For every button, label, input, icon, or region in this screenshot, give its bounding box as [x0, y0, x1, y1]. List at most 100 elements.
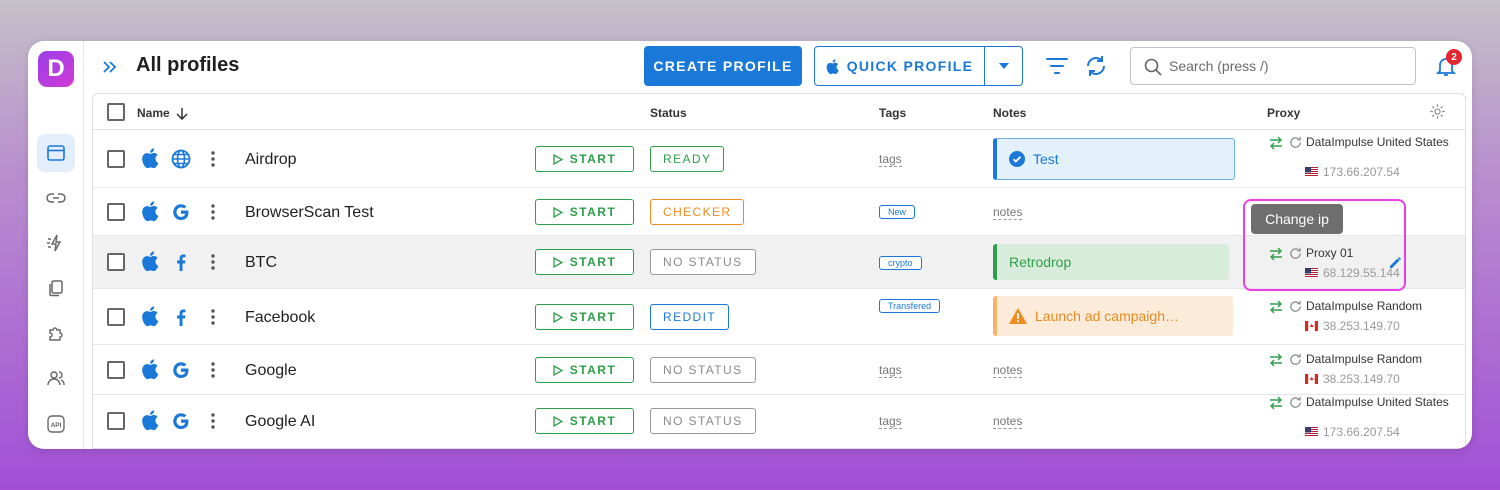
tag-pill[interactable]: crypto — [879, 256, 922, 270]
row-checkbox[interactable] — [107, 308, 125, 326]
row-checkbox[interactable] — [107, 253, 125, 271]
sidebar-item-profiles[interactable] — [37, 134, 75, 172]
column-name-label: Name — [137, 106, 170, 120]
more-options-icon[interactable] — [210, 361, 216, 379]
sidebar-item-users[interactable] — [37, 359, 75, 397]
apple-icon — [142, 306, 159, 326]
start-button[interactable]: START — [535, 408, 634, 434]
reload-icon[interactable] — [1289, 247, 1302, 260]
play-icon — [553, 256, 563, 268]
swap-arrows-icon — [1270, 247, 1282, 261]
proxy-name[interactable]: DataImpulse Random — [1306, 352, 1422, 366]
proxy-name[interactable]: DataImpulse Random — [1306, 299, 1422, 313]
expand-sidebar-icon[interactable] — [100, 57, 120, 77]
profile-name[interactable]: Google AI — [245, 413, 315, 431]
sidebar-item-api[interactable]: API — [37, 405, 75, 443]
tag-pill[interactable]: Transfered — [879, 299, 941, 313]
table-row[interactable]: Airdrop START READY tags Test DataImpuls… — [93, 130, 1465, 188]
copy-icon — [49, 280, 63, 297]
row-checkbox[interactable] — [107, 361, 125, 379]
reload-icon[interactable] — [1289, 300, 1302, 313]
proxy-ip: 38.253.149.70 — [1323, 319, 1400, 333]
profile-name[interactable]: Facebook — [245, 309, 315, 327]
tags-placeholder[interactable]: tags — [879, 364, 902, 378]
table-row[interactable]: Google AI START NO STATUS tags notes Dat… — [93, 395, 1465, 448]
status-badge[interactable]: NO STATUS — [650, 249, 756, 275]
start-button[interactable]: START — [535, 304, 634, 330]
column-name-header[interactable]: Name — [137, 106, 188, 120]
quick-profile-dropdown[interactable] — [985, 47, 1023, 85]
sidebar-item-links[interactable] — [37, 179, 75, 217]
search-input[interactable] — [1169, 56, 1399, 76]
gear-icon[interactable] — [1429, 103, 1446, 120]
table-row[interactable]: Google START NO STATUS tags notes DataIm… — [93, 345, 1465, 395]
search-box — [1130, 47, 1416, 85]
start-button[interactable]: START — [535, 199, 634, 225]
proxy-name[interactable]: Proxy 01 — [1306, 246, 1353, 260]
start-label: START — [569, 414, 617, 428]
note-text: Launch ad campaigh… — [1035, 308, 1179, 324]
status-badge[interactable]: NO STATUS — [650, 408, 756, 434]
status-badge[interactable]: CHECKER — [650, 199, 745, 225]
table-header: Name Status Tags Notes Proxy — [93, 94, 1465, 130]
profile-name[interactable]: BTC — [245, 254, 277, 272]
reload-icon[interactable] — [1289, 353, 1302, 366]
svg-text:API: API — [51, 422, 62, 429]
status-badge[interactable]: NO STATUS — [650, 357, 756, 383]
notes-placeholder[interactable]: notes — [993, 415, 1023, 429]
sidebar: D API — [28, 41, 84, 449]
swap-arrows-icon — [1270, 396, 1282, 410]
filter-icon[interactable] — [1045, 55, 1069, 77]
reload-icon[interactable] — [1289, 136, 1302, 149]
start-label: START — [569, 363, 617, 377]
column-tags-header[interactable]: Tags — [879, 106, 906, 120]
sidebar-item-extensions[interactable] — [37, 314, 75, 352]
tags-placeholder[interactable]: tags — [879, 415, 902, 429]
more-options-icon[interactable] — [210, 150, 216, 168]
more-options-icon[interactable] — [210, 412, 216, 430]
column-status-header[interactable]: Status — [650, 106, 687, 120]
row-checkbox[interactable] — [107, 203, 125, 221]
sidebar-item-automation[interactable] — [37, 224, 75, 262]
more-options-icon[interactable] — [210, 203, 216, 221]
pencil-icon[interactable] — [1388, 256, 1402, 270]
note-badge[interactable]: Test — [993, 138, 1235, 180]
tags-placeholder[interactable]: tags — [879, 153, 902, 167]
sidebar-item-copy[interactable] — [37, 269, 75, 307]
table-row[interactable]: BTC START NO STATUS crypto Retrodrop Pro… — [93, 236, 1465, 289]
check-circle-icon — [1009, 151, 1025, 167]
column-notes-header[interactable]: Notes — [993, 106, 1026, 120]
column-proxy-header[interactable]: Proxy — [1267, 106, 1300, 120]
apple-icon — [142, 251, 159, 271]
more-options-icon[interactable] — [210, 308, 216, 326]
create-profile-button[interactable]: CREATE PROFILE — [644, 46, 802, 86]
tag-pill[interactable]: New — [879, 205, 916, 219]
play-icon — [553, 153, 563, 165]
status-badge[interactable]: READY — [650, 146, 725, 172]
proxy-name[interactable]: DataImpulse United States — [1306, 395, 1449, 409]
app-logo[interactable]: D — [38, 51, 74, 87]
notes-placeholder[interactable]: notes — [993, 364, 1023, 378]
refresh-icon[interactable] — [1084, 54, 1108, 78]
notes-placeholder[interactable]: notes — [993, 206, 1023, 220]
table-row[interactable]: Facebook START REDDIT Transfered Launch … — [93, 289, 1465, 345]
row-checkbox[interactable] — [107, 150, 125, 168]
start-button[interactable]: START — [535, 357, 634, 383]
proxy-ip: 173.66.207.54 — [1323, 425, 1400, 439]
status-badge[interactable]: REDDIT — [650, 304, 730, 330]
select-all-checkbox[interactable] — [107, 103, 125, 121]
note-badge[interactable]: Retrodrop — [993, 244, 1229, 280]
profile-name[interactable]: BrowserScan Test — [245, 204, 374, 222]
reload-icon[interactable] — [1289, 396, 1302, 409]
profile-name[interactable]: Airdrop — [245, 151, 297, 169]
more-options-icon[interactable] — [210, 253, 216, 271]
note-badge[interactable]: Launch ad campaigh… — [993, 296, 1233, 336]
us-flag-icon — [1305, 167, 1318, 177]
row-checkbox[interactable] — [107, 412, 125, 430]
start-button[interactable]: START — [535, 146, 634, 172]
start-label: START — [569, 310, 617, 324]
start-button[interactable]: START — [535, 249, 634, 275]
quick-profile-button[interactable]: QUICK PROFILE — [814, 46, 1023, 86]
proxy-name[interactable]: DataImpulse United States — [1306, 135, 1449, 149]
profile-name[interactable]: Google — [245, 362, 297, 380]
